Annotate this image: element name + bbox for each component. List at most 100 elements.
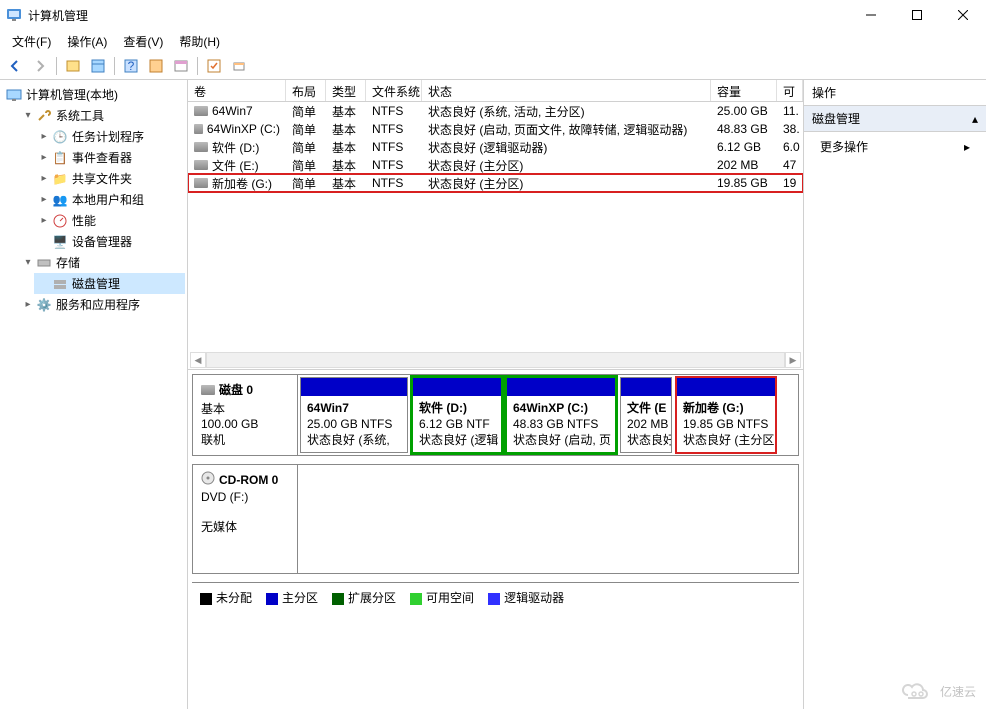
window-title: 计算机管理: [28, 7, 848, 24]
workspace: 计算机管理(本地) ▾ 系统工具 ▸🕒任务计划程序 ▸📋事件查看器 ▸📁共享文件…: [0, 80, 986, 709]
vol-name: 64WinXP (C:): [207, 122, 280, 136]
partition-title: 文件 (E: [627, 401, 666, 415]
hscrollbar[interactable]: ◀ ▶: [188, 351, 803, 369]
cdrom-state: 无媒体: [201, 518, 289, 535]
tree-disk-management[interactable]: 磁盘管理: [34, 273, 185, 294]
vol-name: 文件 (E:): [212, 157, 259, 174]
minimize-button[interactable]: [848, 0, 894, 30]
volume-body[interactable]: 64Win7 简单 基本 NTFS 状态良好 (系统, 活动, 主分区) 25.…: [188, 102, 803, 351]
partition-box[interactable]: 新加卷 (G:) 19.85 GB NTFS 状态良好 (主分区: [676, 377, 776, 453]
partition-size: 6.12 GB NTF: [419, 417, 490, 431]
partition-box[interactable]: 文件 (E 202 MB 状态良好: [620, 377, 672, 453]
menubar: 文件(F) 操作(A) 查看(V) 帮助(H): [0, 30, 986, 52]
drive-icon: [194, 160, 208, 170]
menu-file[interactable]: 文件(F): [4, 30, 59, 53]
actions-more[interactable]: 更多操作 ▸: [804, 132, 986, 161]
volume-header: 卷 布局 类型 文件系统 状态 容量 可: [188, 80, 803, 102]
vol-capacity: 6.12 GB: [711, 139, 777, 155]
vol-name: 软件 (D:): [212, 139, 259, 156]
expand-icon[interactable]: ▸: [38, 131, 50, 143]
partition-stripe: [301, 378, 407, 396]
drive-icon: [194, 124, 203, 134]
col-layout[interactable]: 布局: [286, 80, 326, 101]
expand-icon[interactable]: ▸: [22, 299, 34, 311]
tree-storage[interactable]: ▾ 存储: [18, 252, 185, 273]
toolbar-separator: [197, 57, 198, 75]
close-button[interactable]: [940, 0, 986, 30]
disk-graph: 磁盘 0 基本 100.00 GB 联机 64Win7 25.00 GB NTF…: [188, 370, 803, 709]
expand-icon[interactable]: ▸: [38, 194, 50, 206]
tree-root[interactable]: 计算机管理(本地): [2, 84, 185, 105]
tree-services[interactable]: ▸ ⚙️ 服务和应用程序: [18, 294, 185, 315]
partition-title: 64Win7: [307, 401, 349, 415]
expand-icon[interactable]: ▸: [38, 215, 50, 227]
expand-icon[interactable]: ▸: [38, 152, 50, 164]
partition-box[interactable]: 64WinXP (C:) 48.83 GB NTFS 状态良好 (启动, 页: [506, 377, 616, 453]
disk-row-0[interactable]: 磁盘 0 基本 100.00 GB 联机 64Win7 25.00 GB NTF…: [192, 374, 799, 456]
col-free[interactable]: 可: [777, 80, 803, 101]
vol-layout: 简单: [286, 174, 326, 193]
tree-device-manager[interactable]: 🖥️设备管理器: [34, 231, 185, 252]
maximize-button[interactable]: [894, 0, 940, 30]
watermark: 亿速云: [900, 681, 976, 701]
col-type[interactable]: 类型: [326, 80, 366, 101]
tree-panel: 计算机管理(本地) ▾ 系统工具 ▸🕒任务计划程序 ▸📋事件查看器 ▸📁共享文件…: [0, 80, 188, 709]
toolbar-separator: [114, 57, 115, 75]
partition-box[interactable]: 64Win7 25.00 GB NTFS 状态良好 (系统,: [300, 377, 408, 453]
col-capacity[interactable]: 容量: [711, 80, 777, 101]
volume-row[interactable]: 软件 (D:) 简单 基本 NTFS 状态良好 (逻辑驱动器) 6.12 GB …: [188, 138, 803, 156]
device-icon: 🖥️: [52, 234, 68, 250]
legend-free: 可用空间: [410, 589, 474, 606]
disk-partitions: 64Win7 25.00 GB NTFS 状态良好 (系统, 软件 (D:) 6…: [298, 375, 798, 455]
back-button[interactable]: [4, 55, 26, 77]
menu-help[interactable]: 帮助(H): [171, 30, 228, 53]
vol-fs: NTFS: [366, 175, 422, 191]
tree-local-users[interactable]: ▸👥本地用户和组: [34, 189, 185, 210]
tree-system-tools[interactable]: ▾ 系统工具: [18, 105, 185, 126]
col-status[interactable]: 状态: [422, 80, 711, 101]
disk-icon: [52, 276, 68, 292]
tree-event-viewer[interactable]: ▸📋事件查看器: [34, 147, 185, 168]
disk-type: 基本: [201, 400, 289, 417]
tree-label: 设备管理器: [72, 233, 132, 250]
help-icon[interactable]: ?: [120, 55, 142, 77]
scroll-left-icon[interactable]: ◀: [190, 352, 206, 368]
partition-title: 软件 (D:): [419, 401, 467, 415]
app-icon: [6, 7, 22, 23]
volume-row[interactable]: 64WinXP (C:) 简单 基本 NTFS 状态良好 (启动, 页面文件, …: [188, 120, 803, 138]
volume-row[interactable]: 64Win7 简单 基本 NTFS 状态良好 (系统, 活动, 主分区) 25.…: [188, 102, 803, 120]
tree-performance[interactable]: ▸性能: [34, 210, 185, 231]
toolbar-icon-4[interactable]: [170, 55, 192, 77]
partition-status: 状态良好: [627, 433, 671, 447]
collapse-icon[interactable]: ▾: [22, 257, 34, 269]
toolbar-icon-3[interactable]: [145, 55, 167, 77]
toolbar-icon-5[interactable]: [203, 55, 225, 77]
toolbar-icon-6[interactable]: [228, 55, 250, 77]
scroll-right-icon[interactable]: ▶: [785, 352, 801, 368]
vol-fs: NTFS: [366, 157, 422, 173]
menu-view[interactable]: 查看(V): [115, 30, 171, 53]
vol-free: 19: [777, 175, 803, 191]
toolbar-icon-1[interactable]: [62, 55, 84, 77]
partition-stripe: [413, 378, 501, 396]
collapse-icon[interactable]: ▴: [972, 112, 978, 126]
cdrom-row[interactable]: CD-ROM 0 DVD (F:) 无媒体: [192, 464, 799, 574]
perf-icon: [52, 213, 68, 229]
partition-box[interactable]: 软件 (D:) 6.12 GB NTF 状态良好 (逻辑: [412, 377, 502, 453]
forward-button[interactable]: [29, 55, 51, 77]
actions-subhead[interactable]: 磁盘管理 ▴: [804, 106, 986, 132]
tree-label: 任务计划程序: [72, 128, 144, 145]
tree-task-scheduler[interactable]: ▸🕒任务计划程序: [34, 126, 185, 147]
actions-more-label: 更多操作: [820, 138, 868, 155]
col-volume[interactable]: 卷: [188, 80, 286, 101]
toolbar-icon-2[interactable]: [87, 55, 109, 77]
menu-action[interactable]: 操作(A): [59, 30, 115, 53]
volume-row[interactable]: 新加卷 (G:) 简单 基本 NTFS 状态良好 (主分区) 19.85 GB …: [188, 174, 803, 192]
volume-row[interactable]: 文件 (E:) 简单 基本 NTFS 状态良好 (主分区) 202 MB 47: [188, 156, 803, 174]
collapse-icon[interactable]: ▾: [22, 110, 34, 122]
scroll-track[interactable]: [206, 352, 785, 368]
tree-shared-folders[interactable]: ▸📁共享文件夹: [34, 168, 185, 189]
expand-icon[interactable]: ▸: [38, 173, 50, 185]
col-filesystem[interactable]: 文件系统: [366, 80, 422, 101]
window-controls: [848, 0, 986, 30]
